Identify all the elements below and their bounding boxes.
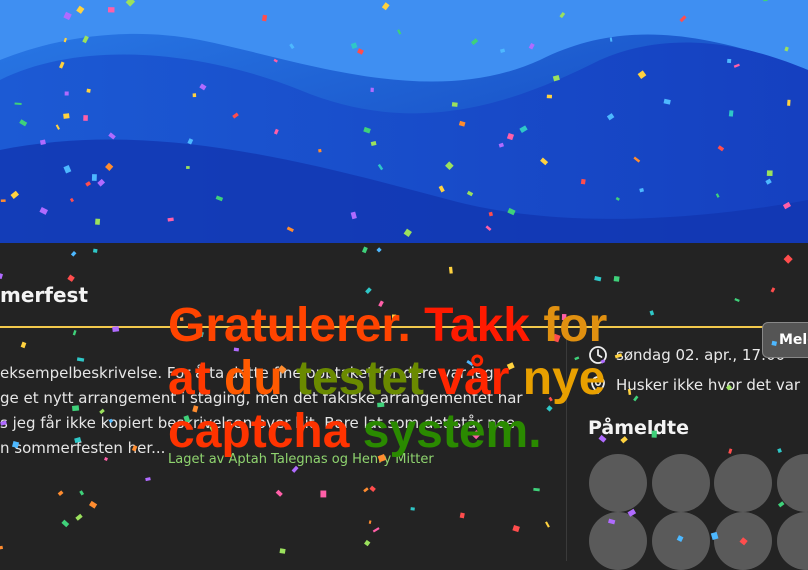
attendee-avatar[interactable]	[652, 454, 710, 512]
event-location-text: Husker ikke hvor det var	[616, 376, 801, 394]
attendee-avatar[interactable]	[652, 512, 710, 570]
event-location: Husker ikke hvor det var	[588, 375, 800, 395]
description-line: s jeg får ikke kopiert beskrivelsen over…	[0, 414, 516, 432]
organizer-credit: Laget av Aptah Talegnas og Henry Mitter	[168, 452, 434, 467]
signup-button[interactable]: Meld	[762, 322, 808, 358]
sidebar-divider	[566, 328, 567, 561]
event-title: merfest	[0, 283, 88, 307]
description-line: ge et nytt arrangement i staging, men de…	[0, 389, 523, 407]
attendees-heading: Påmeldte	[588, 417, 690, 439]
attendee-avatar[interactable]	[777, 512, 808, 570]
attendee-avatar[interactable]	[589, 454, 647, 512]
event-content: merfest eksempelbeskrivelse. For å ta de…	[0, 243, 808, 570]
attendee-avatar[interactable]	[714, 454, 772, 512]
description-line: eksempelbeskrivelse. For å ta dette fine…	[0, 364, 494, 382]
clock-icon	[589, 346, 607, 364]
attendee-avatar[interactable]	[714, 512, 772, 570]
banner-wave-graphic	[0, 0, 808, 243]
event-description: eksempelbeskrivelse. For å ta dette fine…	[0, 361, 523, 461]
map-pin-icon	[591, 376, 605, 395]
attendee-avatar[interactable]	[777, 454, 808, 512]
title-divider	[0, 326, 790, 328]
event-banner	[0, 0, 808, 243]
attendee-avatar[interactable]	[589, 512, 647, 570]
